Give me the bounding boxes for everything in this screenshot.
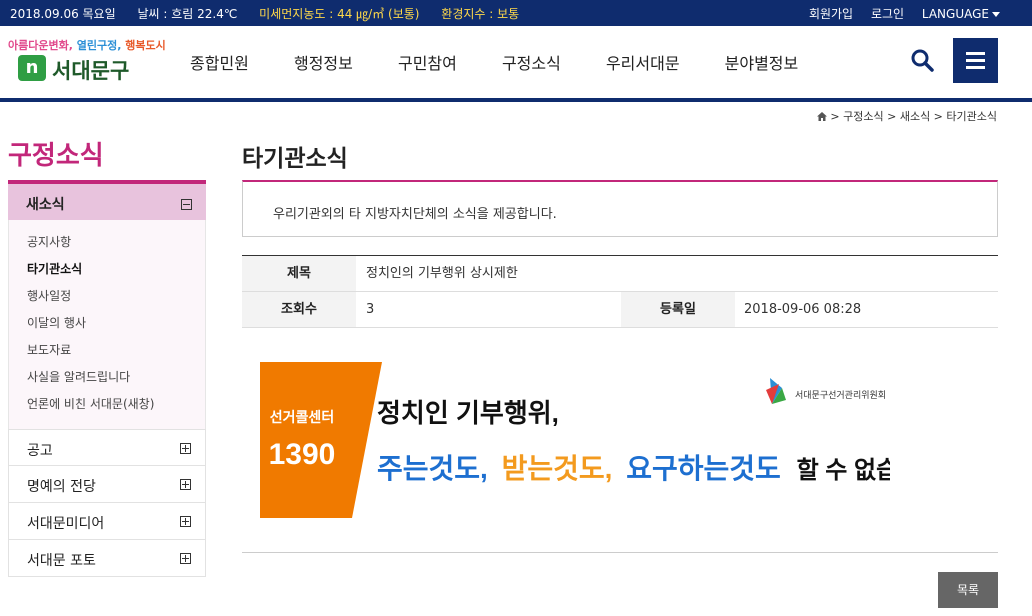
slogan-part-3: 행복도시 <box>125 39 166 52</box>
submenu-item-other-agency[interactable]: 타기관소식 <box>27 259 205 286</box>
main-navigation: 종합민원 행정정보 구민참여 구정소식 우리서대문 분야별정보 <box>190 50 838 74</box>
date-text: 2018.09.06 목요일 <box>10 7 116 21</box>
date-label: 등록일 <box>621 292 735 327</box>
lnb-item-label: 공고 <box>27 443 53 459</box>
subject-label: 제목 <box>242 256 356 291</box>
banner-line1: 정치인 기부행위, <box>377 398 559 428</box>
submenu-item-notice[interactable]: 공지사항 <box>27 232 205 259</box>
side-navigation: 새소식 공지사항 타기관소식 행사일정 이달의 행사 보도자료 사실을 알려드립… <box>8 180 206 577</box>
breadcrumb: > 구정소식 > 새소식 > 타기관소식 <box>816 108 997 124</box>
submenu-item-monthly-events[interactable]: 이달의 행사 <box>27 313 205 340</box>
banner-graphic: 선거콜센터 1390 정치인 기부행위, 주는것도, 받는것도, 요구하는것도 … <box>260 362 942 518</box>
hamburger-bar <box>966 66 985 69</box>
lnb-item-photo[interactable]: 서대문 포토 <box>8 540 206 577</box>
caret-down-icon <box>992 12 1000 17</box>
subject-value: 정치인의 기부행위 상시제한 <box>366 266 518 281</box>
gnb-item-field-info[interactable]: 분야별정보 <box>725 50 799 74</box>
slogan-part-2: 열린구정, <box>76 39 122 52</box>
gnb-item-participation[interactable]: 구민참여 <box>398 50 457 74</box>
banner-line2: 주는것도, 받는것도, 요구하는것도 할 수 없습니다 <box>377 453 890 484</box>
gnb-item-news[interactable]: 구정소식 <box>502 50 561 74</box>
lnb-item-label: 서대문 포토 <box>27 553 96 569</box>
intro-text: 우리기관외의 타 지방자치단체의 소식을 제공합니다. <box>273 207 557 222</box>
language-dropdown[interactable]: LANGUAGE <box>922 7 1000 21</box>
table-row: 제목 정치인의 기부행위 상시제한 <box>242 256 998 292</box>
gnb-item-admin[interactable]: 행정정보 <box>294 50 353 74</box>
lnb-item-label: 새소식 <box>26 197 65 213</box>
weather-text: 날씨 : 흐림 22.4℃ <box>137 7 238 21</box>
board-view: 제목 정치인의 기부행위 상시제한 조회수 3 등록일 2018-09-06 0… <box>242 255 998 328</box>
search-button[interactable] <box>908 46 938 76</box>
banner-part-a: 주는것도, <box>377 453 488 484</box>
election-banner-image: 선거콜센터 1390 정치인 기부행위, 주는것도, 받는것도, 요구하는것도 … <box>242 360 998 553</box>
search-icon <box>911 49 934 72</box>
logo-slogan: 아름다운변화, 열린구정, 행복도시 <box>8 37 166 53</box>
banner-phone: 1390 <box>269 438 336 471</box>
lnb-item-news[interactable]: 새소식 <box>8 180 206 220</box>
submenu-item-events[interactable]: 행사일정 <box>27 286 205 313</box>
expand-icon[interactable] <box>180 443 191 454</box>
lnb-submenu: 공지사항 타기관소식 행사일정 이달의 행사 보도자료 사실을 알려드립니다 언… <box>8 220 206 429</box>
submenu-item-media[interactable]: 언론에 비친 서대문(새창) <box>27 394 205 421</box>
language-label: LANGUAGE <box>921 7 989 21</box>
submenu-item-facts[interactable]: 사실을 알려드립니다 <box>27 367 205 394</box>
gnb-item-civil[interactable]: 종합민원 <box>190 50 249 74</box>
menu-button[interactable] <box>953 38 998 83</box>
logo-mark-icon: n <box>18 55 46 81</box>
slogan-part-1: 아름다운변화, <box>8 39 73 52</box>
page-title: 타기관소식 <box>242 146 348 172</box>
status-info: 2018.09.06 목요일 날씨 : 흐림 22.4℃ 미세먼지농도 : 44… <box>10 5 537 22</box>
top-links: 회원가입 로그인 LANGUAGE <box>795 5 1000 22</box>
home-icon[interactable] <box>816 112 827 121</box>
breadcrumb-path: > 구정소식 > 새소식 > 타기관소식 <box>830 110 997 123</box>
views-value: 3 <box>366 302 375 317</box>
gnb-item-seodaemun[interactable]: 우리서대문 <box>606 50 680 74</box>
expand-icon[interactable] <box>180 516 191 527</box>
banner-part-d: 할 수 없습니다 <box>797 457 890 484</box>
election-commission-logo-icon <box>766 378 786 404</box>
date-value: 2018-09-06 08:28 <box>744 302 862 317</box>
hamburger-menu-icon <box>966 52 985 55</box>
env-text: 환경지수 : 보통 <box>441 7 520 21</box>
login-link[interactable]: 로그인 <box>871 7 904 21</box>
dust-text: 미세먼지농도 : 44 ㎍/㎥ (보통) <box>259 7 420 21</box>
site-header: 아름다운변화, 열린구정, 행복도시 n 서대문구 종합민원 행정정보 구민참여… <box>0 26 1032 98</box>
lnb-item-hall-of-fame[interactable]: 명예의 전당 <box>8 466 206 503</box>
submenu-item-press[interactable]: 보도자료 <box>27 340 205 367</box>
collapse-icon[interactable] <box>181 199 192 210</box>
logo-name: 서대문구 <box>52 59 130 83</box>
header-divider <box>0 98 1032 102</box>
lnb-item-announcement[interactable]: 공고 <box>8 429 206 466</box>
expand-icon[interactable] <box>180 553 191 564</box>
views-label: 조회수 <box>242 292 356 327</box>
banner-org: 서대문구선거관리위원회 <box>795 390 886 400</box>
expand-icon[interactable] <box>180 479 191 490</box>
join-link[interactable]: 회원가입 <box>809 7 853 21</box>
banner-part-c: 요구하는것도 <box>626 453 781 484</box>
intro-box: 우리기관외의 타 지방자치단체의 소식을 제공합니다. <box>242 180 998 237</box>
banner-center-label: 선거콜센터 <box>270 409 334 425</box>
lnb-item-label: 명예의 전당 <box>27 479 96 495</box>
top-info-bar: 2018.09.06 목요일 날씨 : 흐림 22.4℃ 미세먼지농도 : 44… <box>0 0 1032 26</box>
table-row: 조회수 3 등록일 2018-09-06 08:28 <box>242 292 998 328</box>
lnb-item-media[interactable]: 서대문미디어 <box>8 503 206 540</box>
lnb-item-label: 서대문미디어 <box>27 516 105 532</box>
lnb-title: 구정소식 <box>8 141 104 171</box>
hamburger-bar <box>966 59 985 62</box>
list-button[interactable]: 목록 <box>938 572 998 608</box>
site-logo[interactable]: 아름다운변화, 열린구정, 행복도시 n 서대문구 <box>8 35 168 91</box>
content-divider <box>242 552 998 553</box>
banner-part-b: 받는것도, <box>502 453 613 484</box>
